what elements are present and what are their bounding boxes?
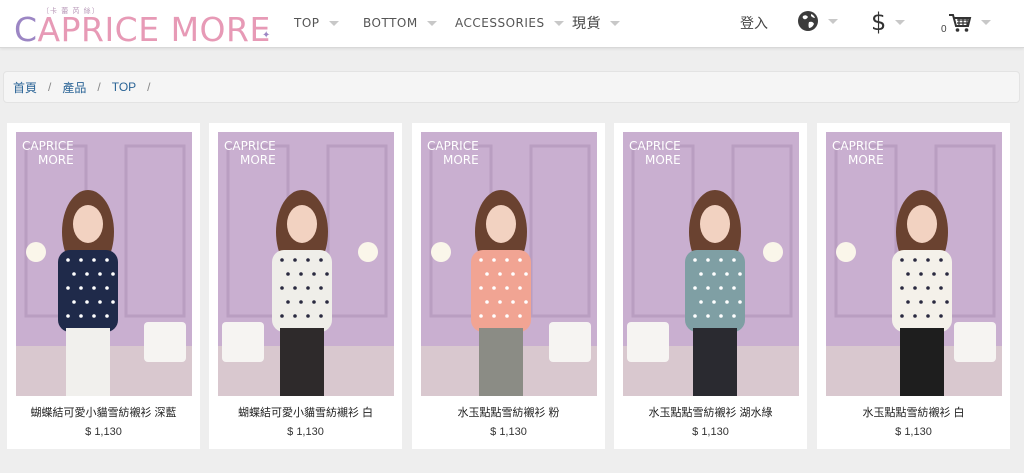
product-price: $ 1,130 [287,426,324,438]
breadcrumb-products[interactable]: 產品 [62,79,86,96]
product-image[interactable]: CAPRICE MORE [218,132,394,396]
nav-item-in-stock[interactable]: 現貨 [572,14,620,32]
chevron-down-icon [553,20,564,26]
chevron-down-icon [610,20,620,26]
product-image[interactable]: CAPRICE MORE [826,132,1002,396]
product-image[interactable]: CAPRICE MORE [623,132,799,396]
photo-watermark: MORE [645,153,681,167]
breadcrumb-separator: / [97,80,101,94]
chevron-down-icon [426,20,437,26]
breadcrumb-separator: / [147,80,151,94]
product-card[interactable]: CAPRICE MORE 水玉點點雪紡襯衫 湖水綠 $ 1,130 [614,123,807,449]
product-card[interactable]: CAPRICE MORE 水玉點點雪紡襯衫 粉 $ 1,130 [412,123,605,449]
breadcrumb-separator: / [48,80,52,94]
globe-icon [798,11,818,31]
product-price: $ 1,130 [895,426,932,438]
product-price: $ 1,130 [85,426,122,438]
chevron-down-icon [895,19,906,25]
brand-logo-text: CAPRICE MORE [14,10,271,49]
nav-item-accessories[interactable]: ACCESSORIES [455,14,564,32]
breadcrumb-top[interactable]: TOP [112,80,136,94]
product-card[interactable]: CAPRICE MORE 蝴蝶結可愛小貓雪紡襯衫 白 $ 1,130 [209,123,402,449]
product-image[interactable]: CAPRICE MORE [421,132,597,396]
product-image[interactable]: CAPRICE MORE [16,132,192,396]
language-menu[interactable] [797,10,838,32]
dollar-icon: $ [871,8,887,36]
cart-menu[interactable]: 0 [941,10,991,35]
model-photo: CAPRICEMORE [16,132,192,396]
chevron-down-icon [828,18,838,24]
product-name[interactable]: 蝴蝶結可愛小貓雪紡襯衫 白 [209,404,402,420]
cart-icon [948,13,971,32]
model-photo: CAPRICEMORE [826,132,1002,396]
model-photo: CAPRICEMORE [421,132,597,396]
login-link[interactable]: 登入 [740,13,768,33]
nav-item-bottom[interactable]: BOTTOM [363,14,437,32]
photo-watermark: CAPRICE [832,139,884,153]
currency-menu[interactable]: $ [871,8,906,36]
photo-watermark: MORE [443,153,479,167]
photo-watermark: MORE [848,153,884,167]
product-card[interactable]: CAPRICE MORE 蝴蝶結可愛小貓雪紡襯衫 深藍 $ 1,130 [7,123,200,449]
photo-watermark: CAPRICE [427,139,479,153]
photo-watermark: MORE [38,153,74,167]
product-card[interactable]: CAPRICE MORE 水玉點點雪紡襯衫 白 $ 1,130 [817,123,1010,449]
product-name[interactable]: 蝴蝶結可愛小貓雪紡襯衫 深藍 [7,404,200,420]
product-price: $ 1,130 [490,426,527,438]
model-photo: CAPRICEMORE [218,132,394,396]
photo-watermark: CAPRICE [22,139,74,153]
chevron-down-icon [980,20,991,25]
logo-sparkle-icon: ✦ [262,30,271,41]
breadcrumb: 首頁 / 產品 / TOP / [3,71,1020,103]
breadcrumb-home[interactable]: 首頁 [13,79,37,96]
product-name[interactable]: 水玉點點雪紡襯衫 湖水綠 [614,404,807,420]
product-price: $ 1,130 [692,426,729,438]
product-name[interactable]: 水玉點點雪紡襯衫 白 [817,404,1010,420]
cart-count: 0 [941,24,947,35]
chevron-down-icon [328,20,339,26]
brand-logo[interactable]: 〔卡 蕾 芮 絲〕 CAPRICE MORE ✦ [14,6,276,49]
nav-item-top[interactable]: TOP [294,14,339,32]
model-photo: CAPRICEMORE [623,132,799,396]
photo-watermark: CAPRICE [224,139,276,153]
photo-watermark: MORE [240,153,276,167]
top-navbar: 〔卡 蕾 芮 絲〕 CAPRICE MORE ✦ TOP BOTTOM ACCE… [0,0,1024,49]
photo-watermark: CAPRICE [629,139,681,153]
product-name[interactable]: 水玉點點雪紡襯衫 粉 [412,404,605,420]
